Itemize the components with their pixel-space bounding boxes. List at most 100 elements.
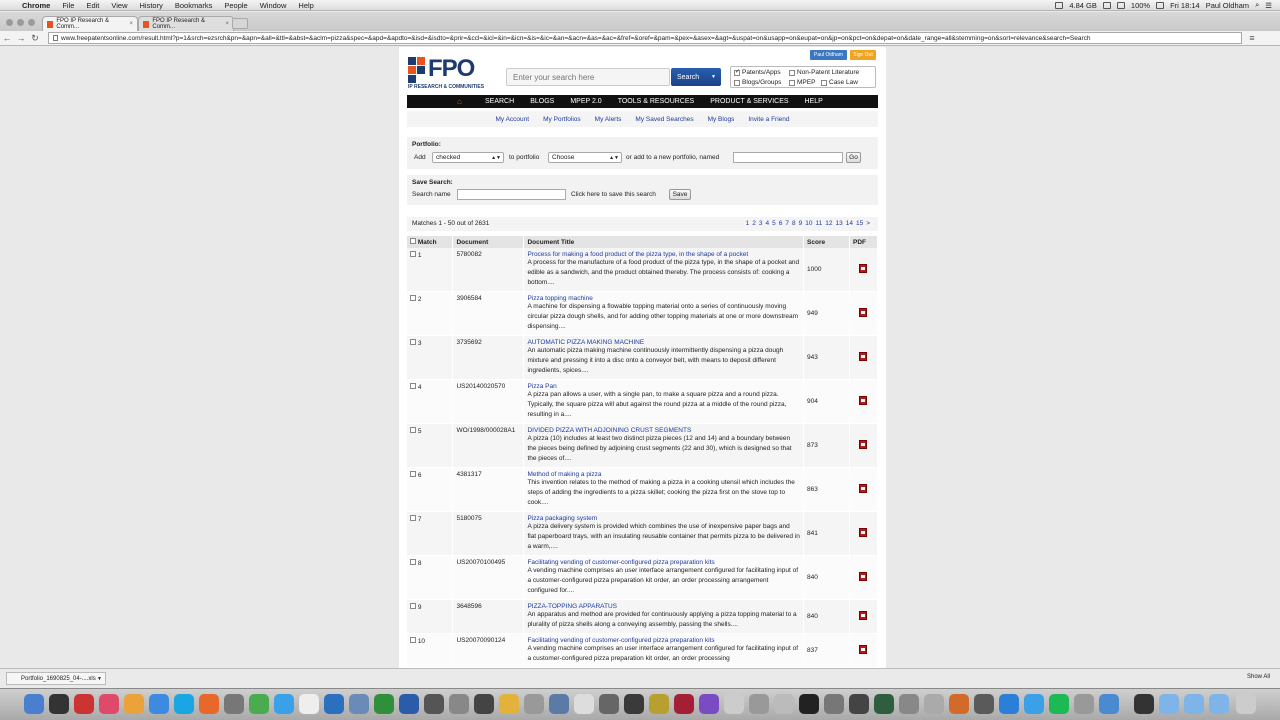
document-title-link[interactable]: AUTOMATIC PIZZA MAKING MACHINE [527, 339, 800, 346]
chevron-down-icon[interactable]: ▼ [711, 74, 716, 80]
page-link[interactable]: 2 [752, 220, 756, 227]
chrome-icon[interactable] [249, 694, 269, 714]
pdf-icon[interactable] [859, 396, 868, 405]
app-icon[interactable] [599, 694, 619, 714]
page-link[interactable]: 3 [759, 220, 763, 227]
next-page-link[interactable]: > [866, 220, 870, 227]
checkbox-checked-icon[interactable] [734, 68, 740, 76]
app-icon[interactable] [699, 694, 719, 714]
app-icon[interactable] [324, 694, 344, 714]
fpo-logo[interactable]: FPO IP RESEARCH & COMMUNITIES [408, 55, 496, 90]
header-document-title[interactable]: Document Title [523, 236, 805, 248]
ibooks-icon[interactable] [124, 694, 144, 714]
app-icon[interactable] [749, 694, 769, 714]
nav-blogs[interactable]: BLOGS [522, 98, 562, 105]
app-icon[interactable] [1074, 694, 1094, 714]
page-link[interactable]: 7 [785, 220, 789, 227]
app-icon[interactable] [499, 694, 519, 714]
menu-bookmarks[interactable]: Bookmarks [169, 1, 219, 10]
browser-tab-1[interactable]: FPO IP Research & Comm... × [42, 16, 138, 31]
app-icon[interactable] [899, 694, 919, 714]
row-checkbox-icon[interactable] [410, 339, 416, 345]
subnav-my-blogs[interactable]: My Blogs [708, 116, 735, 123]
app-icon[interactable] [1134, 694, 1154, 714]
document-title-link[interactable]: Facilitating vending of customer-configu… [527, 559, 800, 566]
pdf-icon[interactable] [859, 440, 868, 449]
row-checkbox-icon[interactable] [410, 471, 416, 477]
row-checkbox-icon[interactable] [410, 559, 416, 565]
pdf-icon[interactable] [859, 611, 868, 620]
page-link[interactable]: 6 [779, 220, 783, 227]
menu-edit[interactable]: Edit [80, 1, 105, 10]
new-portfolio-name-input[interactable] [733, 152, 843, 163]
document-title-link[interactable]: Method of making a pizza [527, 471, 800, 478]
app-icon[interactable] [974, 694, 994, 714]
nav-product-services[interactable]: PRODUCT & SERVICES [702, 98, 796, 105]
app-icon[interactable] [449, 694, 469, 714]
nav-help[interactable]: HELP [797, 98, 831, 105]
page-link[interactable]: 1 [746, 220, 750, 227]
download-item[interactable]: Portfolio_1690825_04-....xls ▼ [6, 672, 106, 685]
subnav-my-alerts[interactable]: My Alerts [595, 116, 622, 123]
word-icon[interactable] [399, 694, 419, 714]
calendar-icon[interactable] [299, 694, 319, 714]
checkbox-icon[interactable] [789, 69, 795, 76]
checkbox-icon[interactable] [821, 79, 827, 86]
app-icon[interactable] [724, 694, 744, 714]
skype-icon[interactable] [174, 694, 194, 714]
new-tab-button[interactable] [232, 18, 248, 29]
row-checkbox-icon[interactable] [410, 515, 416, 521]
app-icon[interactable] [424, 694, 444, 714]
page-link[interactable]: 8 [792, 220, 796, 227]
documents-folder-icon[interactable] [1184, 694, 1204, 714]
sign-out-button[interactable]: Sign Out [850, 50, 876, 60]
subnav-invite-friend[interactable]: Invite a Friend [748, 116, 789, 123]
search-name-input[interactable] [457, 189, 566, 200]
page-info-icon[interactable] [53, 35, 58, 41]
page-link[interactable]: 4 [766, 220, 770, 227]
preview-icon[interactable] [349, 694, 369, 714]
app-icon[interactable] [474, 694, 494, 714]
menu-app-name[interactable]: Chrome [16, 1, 56, 10]
app-icon[interactable] [924, 694, 944, 714]
page-link[interactable]: 11 [816, 220, 823, 227]
row-checkbox-icon[interactable] [410, 637, 416, 643]
zoom-window-icon[interactable] [28, 19, 35, 26]
spotlight-icon[interactable]: ⌕ [1255, 0, 1259, 10]
document-title-link[interactable]: Process for making a food product of the… [527, 251, 800, 258]
reload-icon[interactable]: ↻ [28, 33, 42, 44]
address-bar[interactable]: www.freepatentsonline.com/result.html?p=… [48, 32, 1242, 44]
browser-tab-2[interactable]: FPO IP Research & Comm... × [138, 16, 234, 31]
trash-icon[interactable] [1236, 694, 1256, 714]
document-title-link[interactable]: Facilitating vending of customer-configu… [527, 637, 800, 644]
app-icon[interactable] [524, 694, 544, 714]
show-all-downloads-link[interactable]: Show All [1247, 674, 1270, 680]
memory-icon[interactable] [1055, 1, 1064, 9]
menu-file[interactable]: File [56, 1, 80, 10]
battery-icon[interactable] [1156, 1, 1165, 9]
chevron-down-icon[interactable]: ▼ [97, 676, 102, 682]
row-checkbox-icon[interactable] [410, 383, 416, 389]
subnav-my-saved-searches[interactable]: My Saved Searches [635, 116, 693, 123]
go-button[interactable]: Go [846, 152, 861, 163]
app-icon[interactable] [949, 694, 969, 714]
app-icon[interactable] [1099, 694, 1119, 714]
account-user-button[interactable]: Paul Oldham [810, 50, 847, 60]
terminal-icon[interactable] [799, 694, 819, 714]
battery-readout[interactable]: 100% [1131, 1, 1150, 10]
app-icon[interactable] [574, 694, 594, 714]
memory-readout[interactable]: 4.84 GB [1069, 1, 1097, 10]
nav-search[interactable]: SEARCH [477, 98, 522, 105]
document-title-link[interactable]: DIVIDED PIZZA WITH ADJOINING CRUST SEGME… [527, 427, 800, 434]
pdf-icon[interactable] [859, 308, 868, 317]
messages-icon[interactable] [1024, 694, 1044, 714]
folder-icon[interactable] [1209, 694, 1229, 714]
app-icon[interactable] [74, 694, 94, 714]
app-icon[interactable] [224, 694, 244, 714]
volume-icon[interactable] [1116, 1, 1125, 9]
pdf-icon[interactable] [859, 484, 868, 493]
app-icon[interactable] [999, 694, 1019, 714]
app-icon[interactable] [549, 694, 569, 714]
spotify-icon[interactable] [1049, 694, 1069, 714]
launchpad-icon[interactable] [49, 694, 69, 714]
